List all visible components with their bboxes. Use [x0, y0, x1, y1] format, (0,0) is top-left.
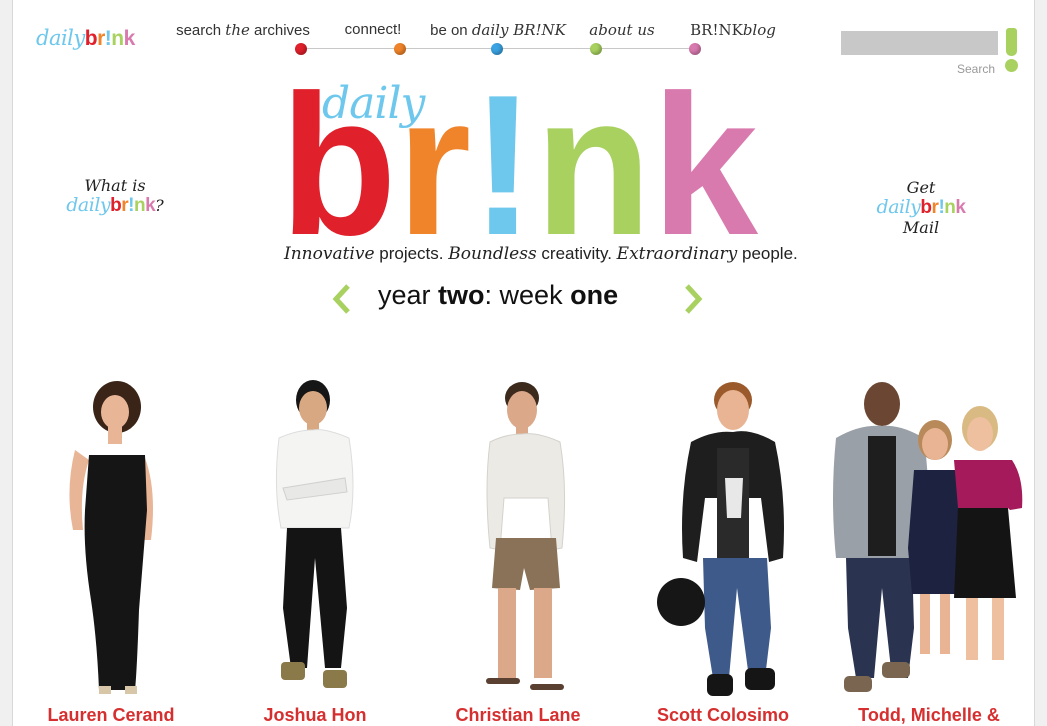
nav-label-em: the	[225, 21, 250, 39]
logo-letter: r	[97, 27, 105, 50]
person-name[interactable]: Joshua Hon	[263, 705, 366, 726]
logo-letter: b	[84, 27, 98, 50]
nav-dot-blue[interactable]	[491, 43, 503, 55]
person-photo-joshua[interactable]	[265, 378, 365, 703]
nav-label: be on	[430, 22, 472, 39]
get-daily-brink-mail-link[interactable]: Get dailybr!nk Mail	[866, 178, 976, 237]
side-link-text: Mail	[902, 218, 940, 237]
side-link-text: Get	[906, 178, 936, 197]
main-logo-daily: daily	[322, 78, 425, 129]
side-link-text: What is	[84, 176, 146, 195]
nav-connect[interactable]: connect!	[345, 21, 402, 38]
person-photo-group[interactable]	[830, 378, 1030, 703]
person-photo-scott[interactable]	[655, 378, 795, 703]
exclamation-icon	[1004, 28, 1019, 76]
tagline: Innovative projects. Boundless creativit…	[284, 244, 798, 264]
nav-label-em: about us	[589, 21, 655, 39]
nav-dot-orange[interactable]	[394, 43, 406, 55]
side-link-logo: dailybr!nk?	[66, 194, 164, 216]
person-name[interactable]: Scott Colosimo	[657, 705, 789, 726]
logo-letter-bang: !	[471, 82, 535, 240]
nav-label: BR!NK	[690, 21, 743, 39]
logo-letter: n	[111, 27, 124, 50]
what-is-daily-brink-link[interactable]: What is dailybr!nk?	[60, 176, 170, 216]
person-name[interactable]: Todd, Michelle &	[858, 705, 1000, 726]
nav-label-em: blog	[742, 21, 776, 39]
nav-about-us[interactable]: about us	[589, 21, 654, 39]
person-photo-lauren[interactable]	[45, 380, 175, 705]
nav-dot-red[interactable]	[295, 43, 307, 55]
prev-week-arrow-icon[interactable]	[332, 284, 352, 314]
person-name[interactable]: Christian Lane	[455, 705, 580, 726]
logo-letter: k	[123, 27, 136, 50]
nav-brink-blog[interactable]: BR!NKblog	[690, 21, 776, 39]
search-input[interactable]	[841, 31, 998, 55]
person-name[interactable]: Lauren Cerand	[47, 705, 174, 726]
nav-label: search	[176, 22, 226, 39]
week-title: year two: week one	[378, 280, 619, 310]
nav-dot-green[interactable]	[590, 43, 602, 55]
next-week-arrow-icon[interactable]	[683, 284, 703, 314]
person-photo-christian[interactable]	[478, 378, 578, 703]
nav-be-on-daily-brink[interactable]: be on daily BR!NK	[430, 21, 566, 39]
nav-label-em: daily BR!NK	[471, 21, 566, 39]
nav-label: archives	[249, 22, 310, 39]
logo-letter-n: n	[535, 82, 652, 240]
nav-label: connect!	[344, 21, 402, 38]
nav-dot-pink[interactable]	[689, 43, 701, 55]
logo-letter-k: k	[652, 82, 759, 240]
site-logo-small[interactable]: dailybr!nk	[36, 26, 135, 51]
side-link-logo: dailybr!nk	[876, 196, 966, 218]
nav-search-archives[interactable]: search the archives	[176, 21, 310, 39]
logo-daily-text: daily	[36, 26, 85, 50]
search-button[interactable]: Search	[957, 62, 995, 76]
